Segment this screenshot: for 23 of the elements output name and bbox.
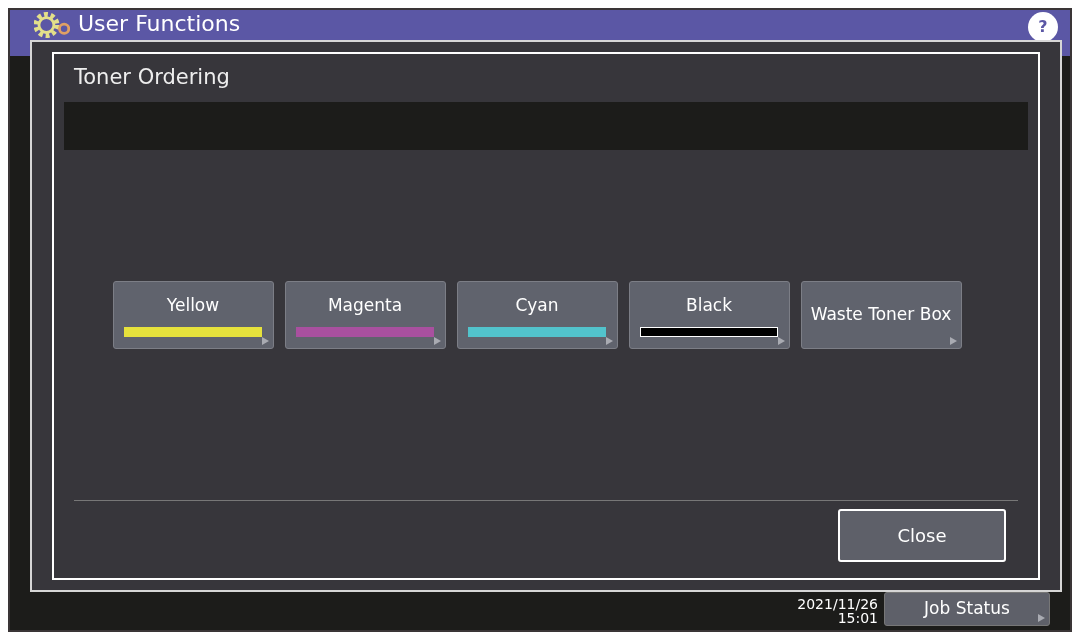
- button-label: Cyan: [515, 294, 559, 317]
- button-label: Black: [686, 294, 732, 317]
- time-text: 15:01: [837, 611, 878, 626]
- triangle-icon: [604, 336, 613, 345]
- toner-button[interactable]: Yellow: [112, 280, 274, 349]
- gears-icon: [34, 12, 70, 39]
- toner-button[interactable]: Magenta: [284, 280, 446, 349]
- triangle-icon: [1037, 614, 1045, 622]
- dialog-title: Toner Ordering: [74, 64, 231, 91]
- button-label: Magenta: [327, 294, 403, 317]
- triangle-icon: [948, 336, 957, 345]
- help-button[interactable]: ?: [1028, 12, 1058, 42]
- date-text: 2021/11/26: [797, 596, 878, 612]
- toner-button[interactable]: Cyan: [456, 280, 618, 349]
- screen-title: User Functions: [78, 13, 241, 35]
- triangle-icon: [260, 336, 269, 345]
- triangle-icon: [432, 336, 441, 345]
- toner-button[interactable]: Black: [628, 280, 790, 349]
- triangle-icon: [776, 336, 785, 345]
- button-label: Yellow: [166, 294, 220, 317]
- job-status-button[interactable]: Job Status: [884, 592, 1050, 626]
- close-button[interactable]: Close: [838, 509, 1006, 562]
- waste-toner-button[interactable]: Waste Toner Box: [800, 280, 962, 349]
